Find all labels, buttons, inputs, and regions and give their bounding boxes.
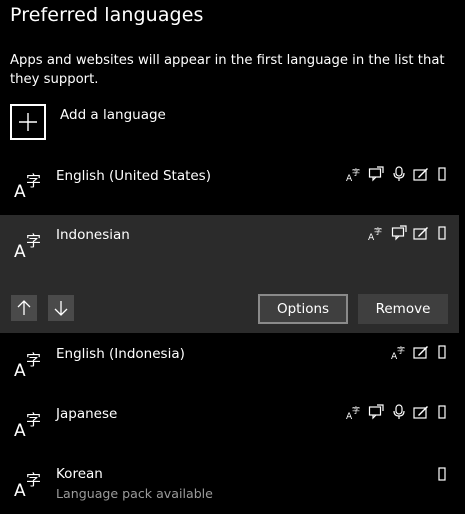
basic-typing-icon — [438, 405, 446, 419]
language-item-english-us[interactable]: A字 English (United States) A字 — [0, 158, 459, 216]
text-to-speech-icon — [368, 166, 384, 182]
language-name: Indonesian — [56, 227, 130, 243]
display-language-icon: A字 — [346, 404, 362, 420]
language-item-english-indonesia[interactable]: A字 English (Indonesia) A字 — [0, 337, 459, 395]
language-item-japanese[interactable]: A字 Japanese A字 — [0, 397, 459, 455]
handwriting-icon — [413, 166, 429, 182]
plus-icon — [10, 104, 46, 140]
svg-text:字: 字 — [352, 167, 360, 177]
speech-recognition-icon — [392, 166, 406, 182]
basic-typing-icon — [438, 167, 446, 181]
handwriting-icon — [413, 344, 429, 360]
svg-text:A: A — [14, 242, 26, 260]
language-icon: A字 — [13, 168, 45, 204]
remove-button[interactable]: Remove — [358, 294, 448, 324]
display-language-icon: A字 — [368, 225, 384, 241]
add-language-label: Add a language — [60, 107, 166, 123]
display-language-icon: A字 — [346, 166, 362, 182]
svg-text:字: 字 — [26, 351, 41, 369]
svg-text:字: 字 — [26, 232, 41, 250]
svg-text:字: 字 — [26, 411, 41, 429]
svg-text:A: A — [14, 361, 26, 379]
language-icon: A字 — [13, 347, 45, 383]
page-title: Preferred languages — [10, 4, 204, 26]
svg-text:字: 字 — [352, 405, 360, 415]
basic-typing-icon — [438, 345, 446, 359]
language-icon: A字 — [13, 228, 45, 264]
language-name: Korean — [56, 466, 103, 482]
speech-recognition-icon — [392, 404, 406, 420]
handwriting-icon — [413, 225, 429, 241]
language-icon: A字 — [13, 407, 45, 443]
add-language-button[interactable]: Add a language — [10, 104, 310, 146]
text-to-speech-icon — [368, 404, 384, 420]
svg-text:A: A — [14, 421, 26, 439]
language-status: Language pack available — [56, 486, 213, 501]
basic-typing-icon — [438, 226, 446, 240]
language-name: English (United States) — [56, 168, 211, 184]
basic-typing-icon — [438, 467, 446, 481]
language-name: English (Indonesia) — [56, 346, 185, 362]
page-description: Apps and websites will appear in the fir… — [10, 53, 445, 87]
language-name: Japanese — [56, 406, 118, 422]
text-to-speech-icon — [391, 225, 407, 241]
display-language-icon: A字 — [391, 344, 407, 360]
svg-text:A: A — [14, 481, 26, 499]
svg-text:字: 字 — [26, 172, 41, 190]
svg-text:字: 字 — [397, 345, 405, 355]
handwriting-icon — [413, 404, 429, 420]
language-icon: A字 — [13, 467, 45, 503]
svg-text:A: A — [14, 182, 26, 200]
language-item-korean[interactable]: A字 Korean Language pack available — [0, 457, 459, 514]
move-down-button[interactable] — [48, 295, 74, 321]
move-up-button[interactable] — [11, 295, 37, 321]
svg-text:字: 字 — [374, 226, 382, 236]
language-item-indonesian[interactable]: A字 Indonesian A字 Options Remove — [0, 215, 459, 333]
svg-text:字: 字 — [26, 471, 41, 489]
options-button[interactable]: Options — [258, 294, 348, 324]
